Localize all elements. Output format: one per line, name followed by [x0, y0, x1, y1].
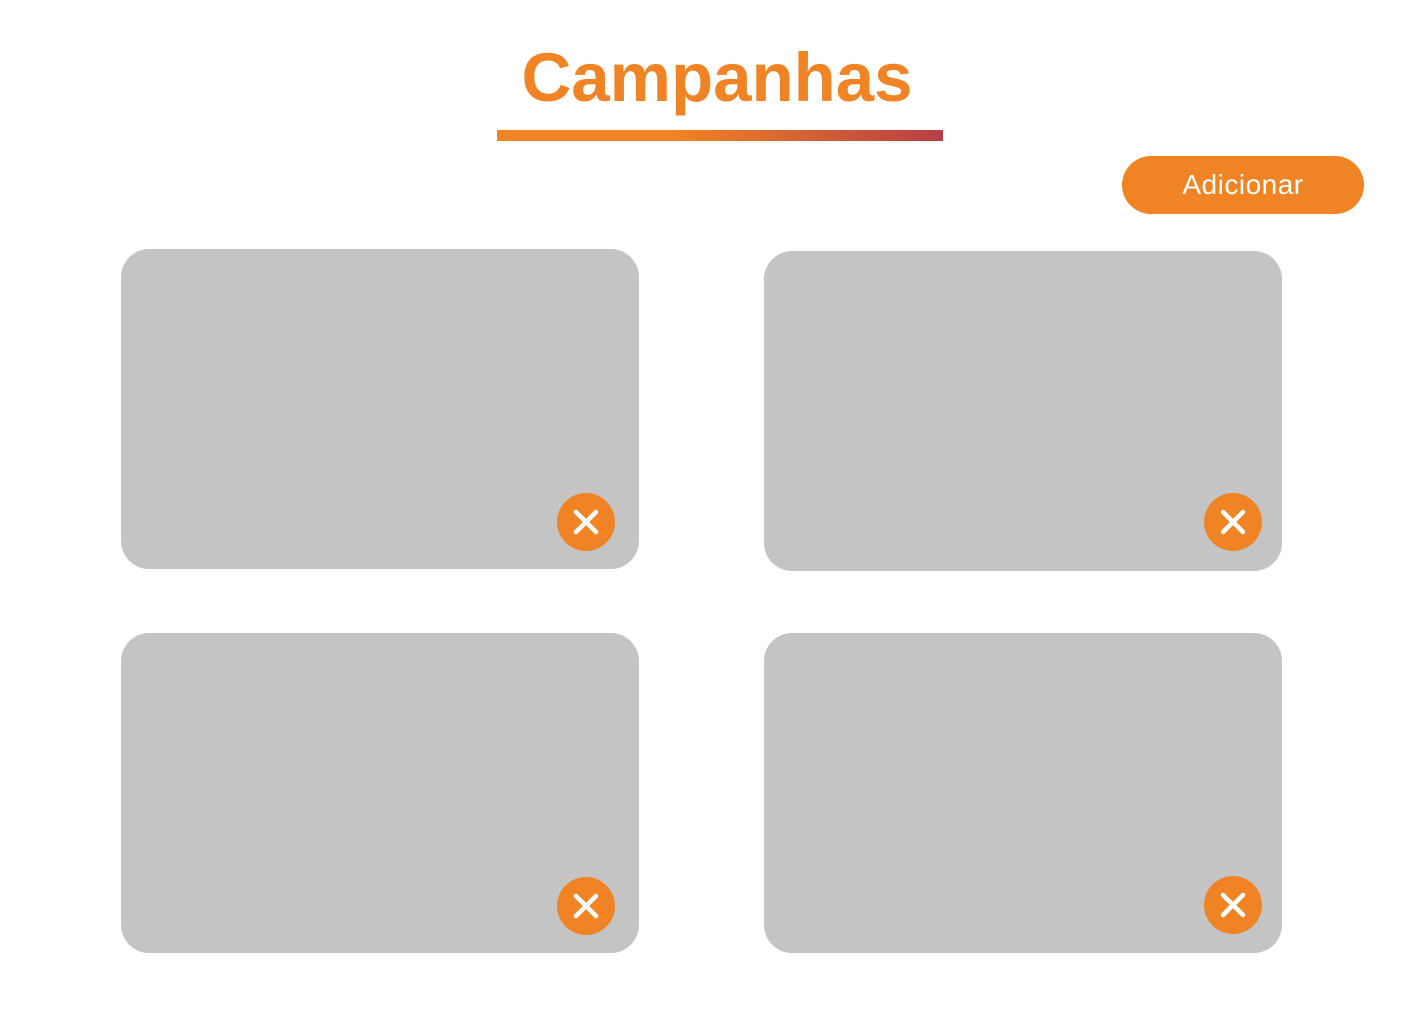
title-underline	[497, 130, 943, 141]
close-icon	[1220, 892, 1246, 918]
campaign-card[interactable]	[764, 633, 1282, 953]
campaign-card[interactable]	[764, 251, 1282, 571]
remove-campaign-button[interactable]	[557, 877, 615, 935]
campaign-card[interactable]	[121, 249, 639, 569]
page-title: Campanhas	[521, 39, 913, 116]
remove-campaign-button[interactable]	[557, 493, 615, 551]
remove-campaign-button[interactable]	[1204, 493, 1262, 551]
add-campaign-button[interactable]: Adicionar	[1122, 156, 1364, 214]
remove-campaign-button[interactable]	[1204, 876, 1262, 934]
campaign-card[interactable]	[121, 633, 639, 953]
close-icon	[573, 509, 599, 535]
close-icon	[1220, 509, 1246, 535]
close-icon	[573, 893, 599, 919]
